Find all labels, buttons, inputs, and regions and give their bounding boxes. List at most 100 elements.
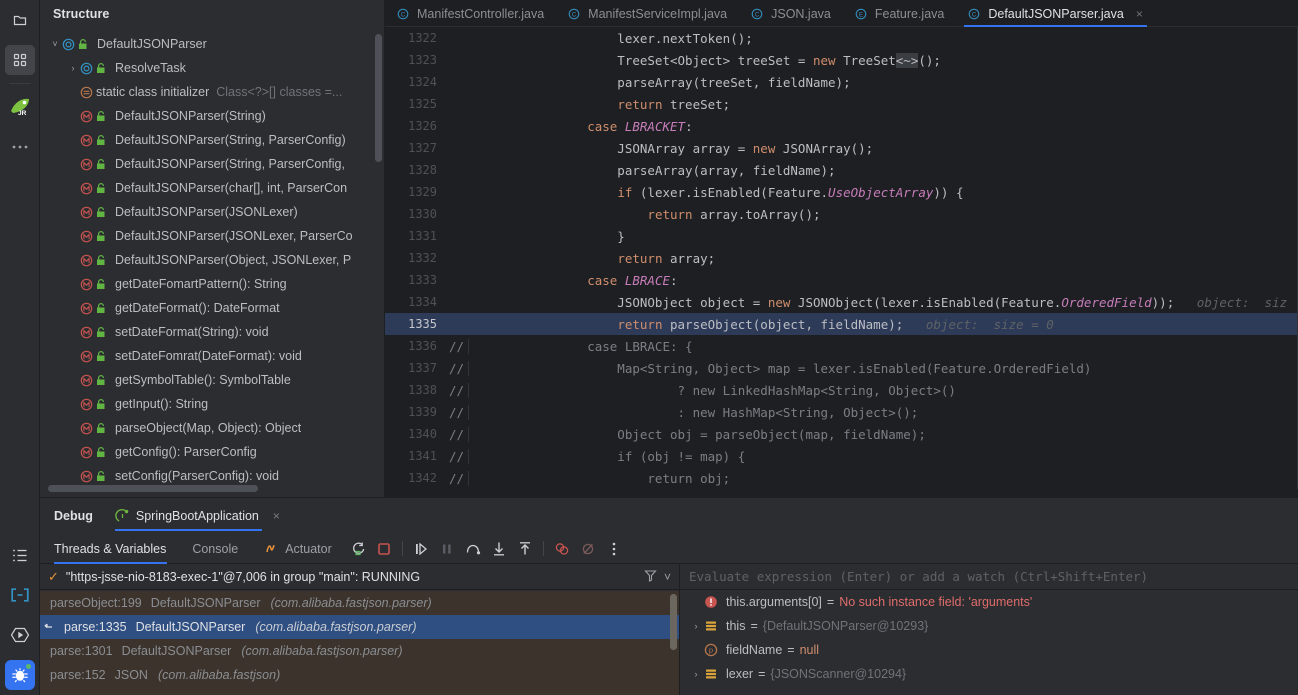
step-out-icon[interactable] (512, 534, 538, 564)
code-line[interactable]: 1339 // : new HashMap<String, Object>(); (385, 401, 1298, 423)
code-line[interactable]: 1336 // case LBRACE: { (385, 335, 1298, 357)
variable-row[interactable]: › lexer = {JSONScanner@10294} (680, 662, 1298, 686)
variable-row[interactable]: › this = {DefaultJSONParser@10293} (680, 614, 1298, 638)
stack-frame-row[interactable]: parseObject:199 DefaultJSONParser (com.ali… (40, 591, 679, 615)
code-line-current[interactable]: 1335 return parseObject(object, fieldNam… (385, 313, 1298, 335)
code-line[interactable]: 1326 case LBRACKET: (385, 115, 1298, 137)
structure-item[interactable]: ›getDateFormat(): DateFormat (40, 296, 384, 320)
code-token: TreeSet<Object> treeSet = (527, 52, 813, 68)
debug-tab[interactable]: Console (179, 534, 251, 564)
thread-selector[interactable]: ✓ "https-jsse-nio-8183-exec-1"@7,006 in … (40, 564, 679, 590)
structure-vertical-scrollbar[interactable] (375, 34, 382, 162)
filter-icon[interactable] (644, 569, 657, 585)
code-line[interactable]: 1338 // ? new LinkedHashMap<String, Objec… (385, 379, 1298, 401)
stack-frames-list[interactable]: parseObject:199 DefaultJSONParser (com.ali… (40, 591, 679, 695)
structure-item[interactable]: ›getDateFomartPattern(): String (40, 272, 384, 296)
variable-expander[interactable]: › (688, 669, 704, 679)
run-icon[interactable] (0, 615, 40, 655)
structure-item[interactable]: ›DefaultJSONParser(JSONLexer, ParserCo (40, 224, 384, 248)
more-options-icon[interactable] (601, 534, 627, 564)
tree-expander[interactable]: ˅ (48, 32, 62, 56)
stack-frame-row[interactable]: parse:152 JSON (com.alibaba.fastjson) (40, 663, 679, 687)
structure-item[interactable]: ›DefaultJSONParser(String, ParserConfig) (40, 128, 384, 152)
code-token: parseObject(object, fieldName); (662, 316, 904, 332)
structure-item[interactable]: ˅ DefaultJSONParser (40, 32, 384, 56)
code-line[interactable]: 1330 return array.toArray(); (385, 203, 1298, 225)
code-line[interactable]: 1328 parseArray(array, fieldName); (385, 159, 1298, 181)
close-tab-icon[interactable]: × (1136, 7, 1143, 21)
variable-expander[interactable]: › (688, 621, 704, 631)
variable-row[interactable]: ›pfieldName=null (680, 638, 1298, 662)
resume-program-icon[interactable] (408, 534, 434, 564)
code-line[interactable]: 1325 return treeSet; (385, 93, 1298, 115)
code-line[interactable]: 1337 // Map<String, Object> map = lexer.i… (385, 357, 1298, 379)
code-line[interactable]: 1327 JSONArray array = new JSONArray(); (385, 137, 1298, 159)
structure-item[interactable]: ›getConfig(): ParserConfig (40, 440, 384, 464)
close-session-icon[interactable]: × (273, 509, 280, 523)
jetbrains-runtime-icon[interactable]: JR (0, 87, 40, 127)
code-line[interactable]: 1334 JSONObject object = new JSONObject(… (385, 291, 1298, 313)
code-token: : (685, 118, 693, 134)
structure-item[interactable]: ›DefaultJSONParser(Object, JSONLexer, P (40, 248, 384, 272)
frame-package: (com.alibaba.fastjson.parser) (270, 596, 432, 610)
terminal-icon[interactable] (0, 575, 40, 615)
variables-pane: Evaluate expression (Enter) or add a wat… (680, 564, 1298, 695)
debug-session-tab[interactable]: SpringBootApplication × (114, 498, 280, 534)
tree-expander[interactable]: › (66, 56, 80, 80)
code-line[interactable]: 1340 // Object obj = parseObject(map, fie… (385, 423, 1298, 445)
debug-tab[interactable]: Actuator (251, 534, 345, 564)
structure-item[interactable]: ›setDateFomrat(DateFormat): void (40, 344, 384, 368)
code-line[interactable]: 1331 } (385, 225, 1298, 247)
stack-frame-row[interactable]: parse:1335 DefaultJSONParser (com.alibaba.… (40, 615, 679, 639)
step-over-icon[interactable] (460, 534, 486, 564)
view-breakpoints-icon[interactable] (549, 534, 575, 564)
code-line[interactable]: 1332 return array; (385, 247, 1298, 269)
editor-tab[interactable]: C ManifestServiceImpl.java (556, 0, 739, 27)
code-line[interactable]: 1342 // return obj; (385, 467, 1298, 489)
code-line[interactable]: 1341 // if (obj != map) { (385, 445, 1298, 467)
code-line[interactable]: 1329 if (lexer.isEnabled(Feature.UseObje… (385, 181, 1298, 203)
code-line[interactable]: 1323 TreeSet<Object> treeSet = new TreeS… (385, 49, 1298, 71)
structure-item[interactable]: ›static class initializerClass<?>[] clas… (40, 80, 384, 104)
debug-tab[interactable]: Threads & Variables (54, 534, 179, 564)
stop-icon[interactable] (371, 534, 397, 564)
structure-item[interactable]: ›DefaultJSONParser(JSONLexer) (40, 200, 384, 224)
editor-tab[interactable]: C DefaultJSONParser.java × (956, 0, 1155, 27)
debug-icon[interactable] (0, 655, 40, 695)
editor-tab[interactable]: E Feature.java (843, 0, 956, 27)
structure-item[interactable]: ›getInput(): String (40, 392, 384, 416)
structure-icon[interactable] (0, 40, 40, 80)
structure-item[interactable]: ›setDateFormat(String): void (40, 320, 384, 344)
structure-item-label: DefaultJSONParser(Object, JSONLexer, P (115, 253, 352, 267)
editor-tab[interactable]: C JSON.java (739, 0, 843, 27)
public-visibility-icon (96, 110, 106, 122)
mute-breakpoints-icon[interactable] (575, 534, 601, 564)
structure-item[interactable]: ›getSymbolTable(): SymbolTable (40, 368, 384, 392)
editor-tab[interactable]: C ManifestController.java (385, 0, 556, 27)
code-line[interactable]: 1333 case LBRACE: (385, 269, 1298, 291)
project-folder-icon[interactable] (0, 0, 40, 40)
rerun-debug-icon[interactable] (345, 534, 371, 564)
code-editor[interactable]: 1322 lexer.nextToken(); 1323 TreeSet<Obje… (385, 27, 1298, 497)
structure-tree[interactable]: ˅ DefaultJSONParser › ResolveTask ›static cl… (40, 28, 384, 488)
variable-equals: = (758, 667, 766, 681)
chevron-down-icon[interactable]: ˅ (664, 570, 671, 584)
more-tool-windows-icon[interactable] (0, 127, 40, 167)
stack-frame-row[interactable]: parse:1301 DefaultJSONParser (com.alibaba.… (40, 639, 679, 663)
variable-value: null (799, 643, 820, 657)
evaluate-expression-input[interactable]: Evaluate expression (Enter) or add a wat… (680, 564, 1298, 590)
step-into-icon[interactable] (486, 534, 512, 564)
structure-item[interactable]: ›DefaultJSONParser(String) (40, 104, 384, 128)
structure-item[interactable]: › ResolveTask (40, 56, 384, 80)
code-line[interactable]: 1324 parseArray(treeSet, fieldName); (385, 71, 1298, 93)
variables-tree[interactable]: › this.arguments[0] = No such instance fiel… (680, 590, 1298, 686)
structure-horizontal-scrollbar[interactable] (48, 485, 258, 492)
todo-list-icon[interactable] (0, 535, 40, 575)
code-line[interactable]: 1322 lexer.nextToken(); (385, 27, 1298, 49)
structure-item[interactable]: ›DefaultJSONParser(String, ParserConfig, (40, 152, 384, 176)
structure-item[interactable]: ›parseObject(Map, Object): Object (40, 416, 384, 440)
structure-item[interactable]: ›DefaultJSONParser(char[], int, ParserCo… (40, 176, 384, 200)
variable-row[interactable]: ›this.arguments[0]=No such instance fiel… (680, 590, 1298, 614)
frames-vertical-scrollbar[interactable] (670, 594, 677, 650)
